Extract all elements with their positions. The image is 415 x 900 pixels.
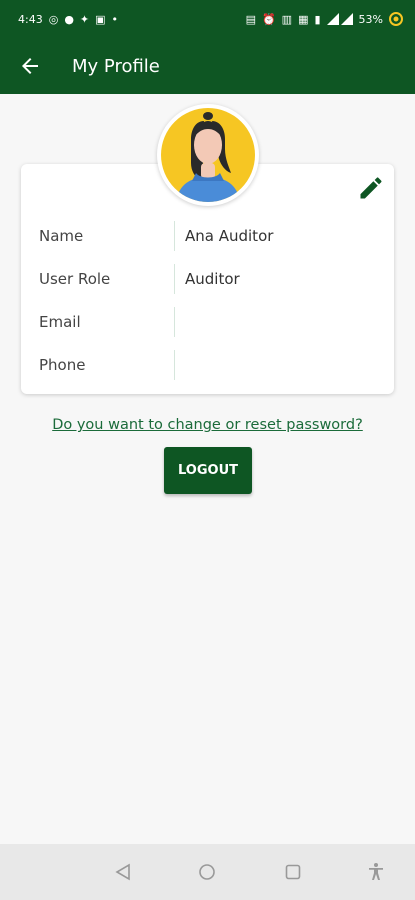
battery-icon (389, 12, 403, 26)
field-row-name: Name Ana Auditor (21, 214, 394, 257)
status-bar: 4:43 ◎ ● ✦ ▣ • ▤ ⏰ ▥ ▦ ▮ 53% (0, 0, 415, 38)
vibrate-icon: ▮ (314, 12, 321, 26)
facebook-icon: ● (64, 12, 74, 26)
field-value: Auditor (185, 269, 240, 288)
whatsapp-icon: ◎ (48, 12, 59, 26)
app-bar: My Profile (0, 38, 415, 94)
logout-button[interactable]: LOGOUT (164, 447, 252, 494)
pencil-icon (360, 177, 382, 199)
system-nav-bar (0, 844, 415, 900)
dot-icon: • (111, 12, 119, 26)
battery-percent: 53% (358, 12, 383, 26)
alarm-icon: ⏰ (261, 12, 276, 26)
gallery-icon: ▣ (95, 12, 106, 26)
reset-password-link[interactable]: Do you want to change or reset password? (0, 417, 415, 433)
field-row-email: Email (21, 300, 394, 343)
nfc-icon: ▥ (281, 12, 293, 26)
profile-avatar-illustration (161, 108, 255, 202)
field-value: Ana Auditor (185, 226, 274, 245)
nav-back-icon[interactable] (114, 863, 132, 881)
twitter-icon: ✦ (79, 12, 90, 26)
page-title: My Profile (72, 55, 160, 77)
network-speed-icon: ▤ (245, 12, 256, 26)
nav-recents-icon[interactable] (284, 863, 302, 881)
field-row-phone: Phone (21, 343, 394, 386)
field-label: Name (21, 220, 175, 251)
signal-icon (326, 13, 353, 25)
field-label: User Role (21, 263, 175, 294)
field-row-user-role: User Role Auditor (21, 257, 394, 300)
back-button[interactable] (0, 38, 60, 94)
accessibility-icon[interactable] (366, 862, 386, 882)
avatar (157, 104, 259, 206)
back-arrow-icon (22, 58, 38, 74)
nav-home-icon[interactable] (198, 863, 216, 881)
field-label: Email (21, 306, 175, 337)
field-label: Phone (21, 349, 175, 380)
profile-fields: Name Ana Auditor User Role Auditor Email… (21, 214, 394, 386)
edit-button[interactable] (357, 174, 385, 202)
status-time: 4:43 (18, 12, 43, 26)
volte-icon: ▦ (298, 12, 309, 26)
